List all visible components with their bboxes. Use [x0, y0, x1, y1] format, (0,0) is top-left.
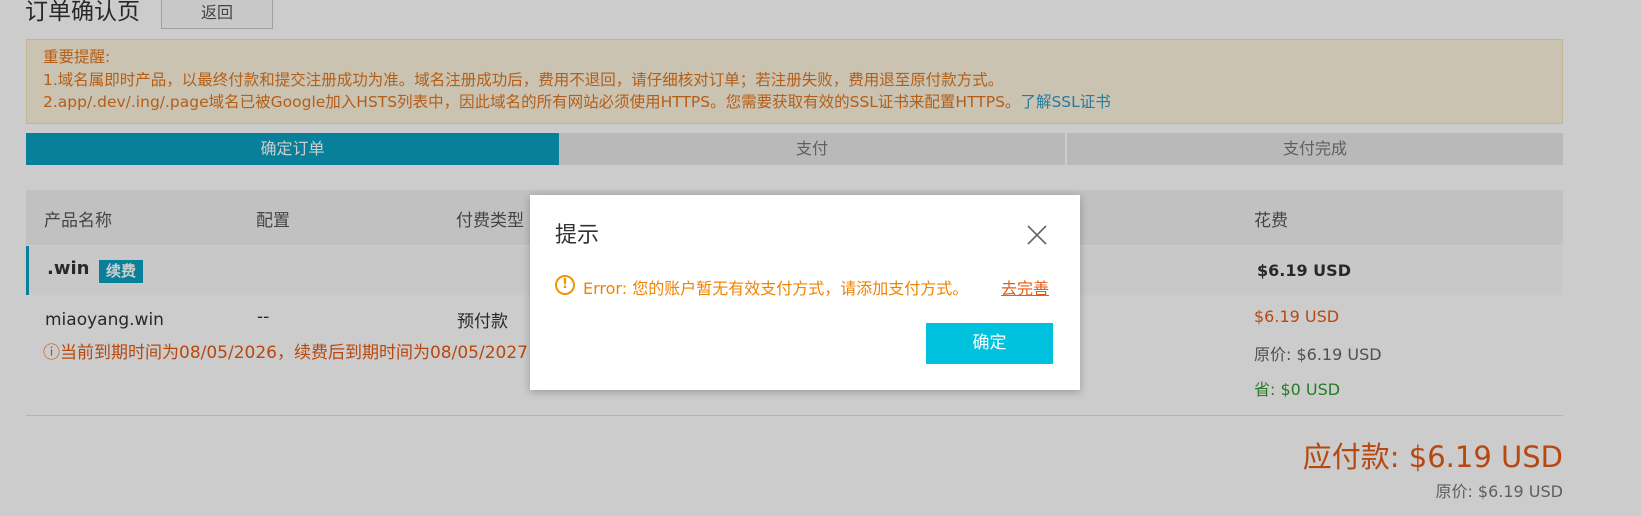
complete-payment-link[interactable]: 去完善 [1001, 275, 1049, 299]
dialog-title: 提示 [555, 223, 600, 248]
error-dialog: 提示 ! Error: 您的账户暂无有效支付方式，请添加支付方式。 去完善 确定 [530, 195, 1080, 390]
order-confirm-page: 订单确认页 返回 重要提醒: 1.域名属即时产品，以最终付款和提交注册成功为准。… [0, 0, 1641, 516]
error-message: Error: 您的账户暂无有效支付方式，请添加支付方式。 [583, 279, 969, 298]
close-icon-glyph [1027, 225, 1047, 245]
confirm-button[interactable]: 确定 [926, 323, 1053, 364]
error-icon: ! [555, 275, 575, 295]
close-icon[interactable] [1026, 224, 1048, 246]
